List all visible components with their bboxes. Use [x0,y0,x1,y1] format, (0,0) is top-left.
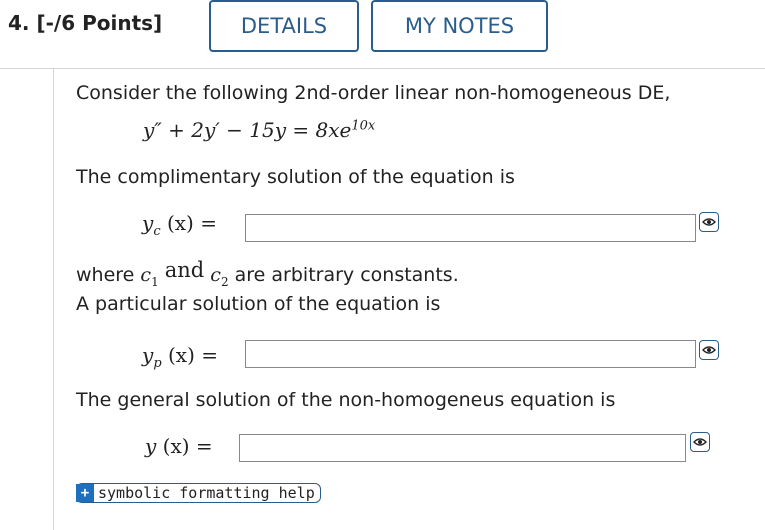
question-left-border [53,69,54,530]
and-word: and [164,258,205,282]
particular-prompt: A particular solution of the equation is [76,293,441,315]
yp-answer-input[interactable] [245,340,696,368]
yc-subscript: c [153,224,161,239]
yc-label: yc (x) = [142,211,217,239]
y-preview-button[interactable] [690,432,710,452]
question-number: 4. [-/6 Points] [8,11,163,35]
eye-preview-icon [693,438,707,446]
de-exponent: 10x [351,118,376,134]
c2-symbol: c2 [210,264,229,289]
differential-equation: y″ + 2y′ − 15y = 8xe10x [143,118,375,142]
yc-preview-button[interactable] [699,212,719,232]
yp-argument: (x) = [168,343,218,367]
my-notes-button[interactable]: MY NOTES [371,0,548,52]
yp-label: yp (x) = [142,343,218,371]
details-button[interactable]: DETAILS [209,0,359,52]
yc-argument: (x) = [166,211,217,235]
eye-preview-icon [702,346,716,354]
de-lhs: y″ + 2y′ − 15y = 8xe [143,118,352,142]
problem-intro: Consider the following 2nd-order linear … [76,82,671,104]
symbolic-formatting-help-link[interactable]: + symbolic formatting help [76,483,321,503]
y-symbol: y [145,434,157,458]
arbitrary-constants-text: are arbitrary constants. [234,264,459,286]
c1-symbol: c1 [140,264,159,289]
yc-answer-input[interactable] [245,214,696,242]
complementary-prompt: The complimentary solution of the equati… [76,166,515,188]
general-prompt: The general solution of the non-homogene… [76,389,616,411]
yp-symbol: y [142,343,154,367]
help-label: symbolic formatting help [98,484,315,502]
plus-minus-symbol-icon: + [76,484,94,502]
yp-preview-button[interactable] [699,340,719,360]
header-divider [0,68,765,69]
yc-symbol: y [142,211,154,235]
yp-subscript: p [153,356,162,371]
y-label: y (x) = [145,434,213,458]
eye-preview-icon [702,218,716,226]
constants-sentence: where c1 and c2 are arbitrary constants. [76,258,459,289]
y-answer-input[interactable] [239,434,686,462]
y-argument: (x) = [162,434,213,458]
where-word: where [76,264,135,286]
